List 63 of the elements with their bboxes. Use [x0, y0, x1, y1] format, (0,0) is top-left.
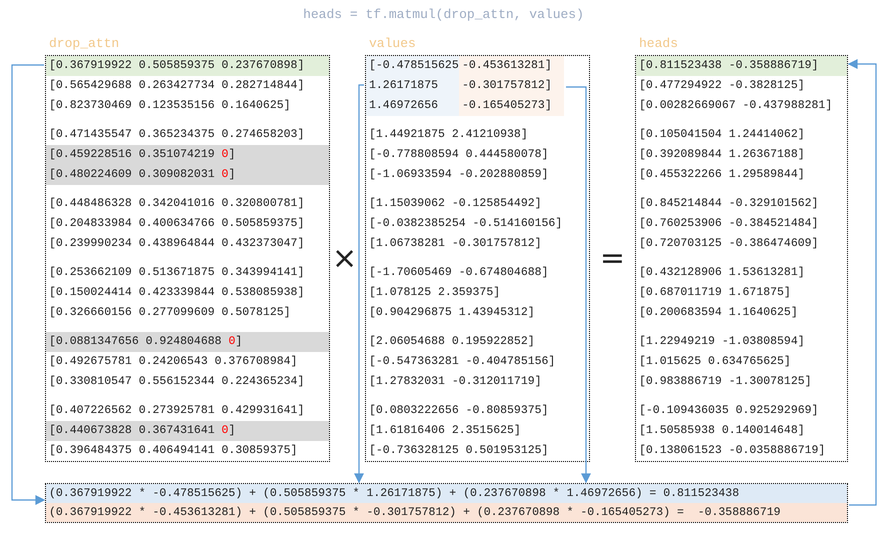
matrix-cell-text: -0.165405273]	[461, 98, 553, 114]
matrix-row-text: [0.407226562 0.273925781 0.429931641]	[48, 403, 306, 420]
matrix-cell-text: 1.46972656	[368, 98, 440, 114]
matrix-row-text: [0.200683594 1.1640625]	[638, 305, 799, 322]
matrix-row-text: [0.823730469 0.123535156 0.1640625]	[48, 98, 292, 114]
matrix-row-text: [0.392089844 1.26367188]	[638, 147, 806, 164]
matrix-row-text: [0.455322266 1.29589844]	[638, 167, 806, 184]
matrix-cell-text: 1.26171875	[368, 78, 440, 94]
matrix-row-text: [0.720703125 -0.386474609]	[638, 236, 820, 252]
matrix-row-text: [0.396484375 0.406494141 0.30859375]	[48, 443, 298, 460]
matrix-row-text: [1.27832031 -0.312011719]	[368, 374, 543, 390]
matrix-row-text: [0.565429688 0.263427734 0.282714844]	[48, 78, 306, 94]
matrix-row-text: [0.150024414 0.423339844 0.538085938]	[48, 285, 306, 302]
matrix-row-text: [-0.0382385254 -0.514160156]	[368, 216, 564, 232]
matrix-row-text: [-0.109436035 0.925292969]	[638, 403, 820, 420]
matrix-cell-text: -0.453613281]	[461, 58, 553, 74]
matrix-row-text: [-0.736328125 0.501953125]	[368, 443, 550, 460]
matrix-row-text: [1.15039062 -0.125854492]	[368, 196, 543, 212]
matrix-label: values	[369, 36, 416, 51]
matrix-row-text: [0.492675781 0.24206543 0.376708984]	[48, 354, 298, 370]
matrix-row-text: [-0.778808594 0.444580078]	[368, 147, 550, 164]
formula-title: heads = tf.matmul(drop_attn, values)	[303, 6, 584, 24]
multiply-sign: ×	[332, 244, 358, 274]
matrix-row-text: [0.330810547 0.556152344 0.224365234]	[48, 374, 306, 390]
matrix-row-text: [0.904296875 1.43945312]	[368, 305, 536, 322]
matrix-row-text: [-0.547363281 -0.404785156]	[368, 354, 556, 370]
matrix-row: [0.480224609 0.309082031 0]	[46, 165, 329, 185]
matrix-row: [0.440673828 0.367431641 0]	[46, 421, 329, 441]
matrix-row: [0.367919922 0.505859375 0.237670898]	[46, 56, 329, 76]
matrix-row-text: [1.22949219 -1.03808594]	[638, 334, 806, 350]
matrix-row-text: [0.00282669067 -0.437988281]	[638, 98, 834, 114]
matrix-row-text: [0.760253906 -0.384521484]	[638, 216, 820, 232]
matrix-row-text: [-1.06933594 -0.202880859]	[368, 167, 550, 184]
matrix-row-text: [0.204833984 0.400634766 0.505859375]	[48, 216, 306, 232]
matrix-cell-text: -0.301757812]	[461, 78, 553, 94]
matrix-label: heads	[639, 36, 678, 51]
matrix-row-text: [0.687011719 1.671875]	[638, 285, 792, 302]
matrix-row-text: [0.326660156 0.277099609 0.5078125]	[48, 305, 292, 322]
matrix-row: [0.459228516 0.351074219 0]	[46, 145, 329, 165]
matrix-row-text: [0.253662109 0.513671875 0.343994141]	[48, 265, 306, 282]
matrix-row: [0.0881347656 0.924804688 0]	[46, 332, 329, 352]
matrix-row-text: [0.983886719 -1.30078125]	[638, 374, 813, 390]
matrix-row-text: [1.61816406 2.3515625]	[368, 423, 522, 440]
matrix-row-text: [1.078125 2.359375]	[368, 285, 502, 302]
matrix-row-text: [1.015625 0.634765625]	[638, 354, 792, 370]
matrix-cell-text: [-0.478515625	[368, 58, 459, 74]
matrix-row-text: [0.432128906 1.53613281]	[638, 265, 806, 282]
equals-sign: =	[600, 244, 626, 274]
matrix-row-text: [0.477294922 -0.3828125]	[638, 78, 806, 94]
matrix-row-text: [0.845214844 -0.329101562]	[638, 196, 820, 212]
matrix-row-text: [-1.70605469 -0.674804688]	[368, 265, 550, 282]
matrix-row: [0.811523438 -0.358886719]	[636, 56, 847, 76]
matrix-row-text: [1.44921875 2.41210938]	[368, 127, 529, 144]
matrix-row-text: [0.105041504 1.24414062]	[638, 127, 806, 144]
matrix-row-text: [1.06738281 -0.301757812]	[368, 236, 543, 252]
matrix-row-text: [0.448486328 0.342041016 0.320800781]	[48, 196, 306, 212]
matrix-row-text: [0.138061523 -0.0358886719]	[638, 443, 826, 460]
matrix-row-text: [0.471435547 0.365234375 0.274658203]	[48, 127, 306, 144]
matrix-row-text: [0.239990234 0.438964844 0.432373047]	[48, 236, 306, 252]
matrix-row-text: [0.0803222656 -0.80859375]	[368, 403, 550, 420]
matrix-row-text: [1.50585938 0.140014648]	[638, 423, 806, 440]
matrix-label: drop_attn	[49, 36, 120, 51]
matrix-row-text: [2.06054688 0.195922852]	[368, 334, 536, 350]
